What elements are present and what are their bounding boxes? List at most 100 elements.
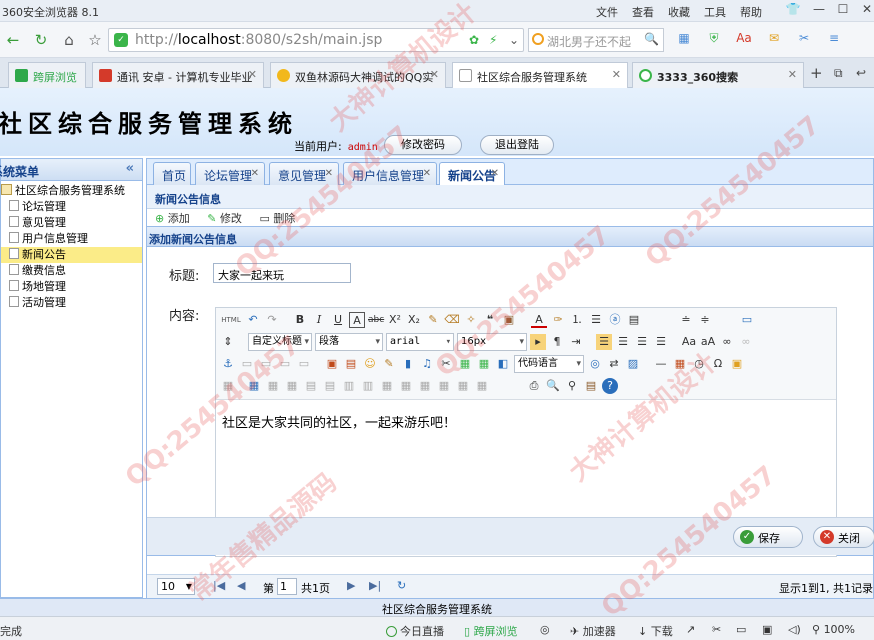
image-right-icon[interactable]: ▭ (277, 356, 293, 372)
close-tab-icon[interactable]: ✕ (788, 68, 797, 81)
home-icon[interactable]: ⌂ (58, 29, 80, 51)
page-number-input[interactable]: 1 (277, 578, 297, 595)
merge-right-icon[interactable]: ▦ (398, 378, 414, 394)
paragraph-select[interactable]: 段落 (315, 333, 383, 351)
crossscreen-button[interactable]: ▯ 跨屏浏览 (464, 623, 518, 639)
lightning-icon[interactable]: ⚡ (489, 33, 497, 47)
close-icon[interactable]: ✕ (251, 168, 259, 179)
print-icon[interactable]: ⎙ (526, 378, 542, 394)
mouse-gesture-icon[interactable]: ↗ (686, 623, 695, 636)
menu-favorites[interactable]: 收藏 (668, 4, 690, 20)
draft-icon[interactable]: ▤ (583, 378, 599, 394)
close-tab-icon[interactable]: ✕ (612, 68, 621, 81)
insert-frame-icon[interactable]: ◧ (495, 356, 511, 372)
delete-button[interactable]: ▭ 删除 (259, 212, 295, 225)
prev-page-icon[interactable]: ◀ (237, 579, 245, 592)
menu-tools[interactable]: 工具 (704, 4, 726, 20)
bold-icon[interactable]: B (292, 312, 308, 328)
simple-upload-icon[interactable]: ▣ (324, 356, 340, 372)
font-color-icon[interactable]: A (531, 312, 547, 328)
minimize-icon[interactable]: — (808, 2, 830, 18)
delete-row-icon[interactable]: ▤ (322, 378, 338, 394)
first-page-icon[interactable]: |◀ (213, 579, 225, 592)
link-icon[interactable]: ∞ (719, 334, 735, 350)
direction-rtl-icon[interactable]: ¶ (549, 334, 565, 350)
tab-forum[interactable]: 论坛管理 ✕ (195, 162, 265, 185)
wordimage-icon[interactable]: ▣ (729, 356, 745, 372)
row-spacing-top-icon[interactable]: ≐ (678, 312, 694, 328)
underline-icon[interactable]: U (330, 312, 346, 328)
accelerator-button[interactable]: ✈ 加速器 (570, 623, 616, 639)
add-button[interactable]: ⊕ 添加 (155, 212, 190, 225)
align-left-icon[interactable]: ☰ (596, 334, 612, 350)
sidebar-item-venue[interactable]: 场地管理 (1, 279, 142, 295)
text-case-upper-icon[interactable]: Aa (681, 334, 697, 350)
sync-icon[interactable]: ✿ (469, 33, 479, 47)
scrawl-icon[interactable]: ✎ (381, 356, 397, 372)
sidebar-item-feedback[interactable]: 意见管理 (1, 215, 142, 231)
screenshot-icon[interactable]: ✂ (712, 623, 721, 636)
special-chars-icon[interactable]: Ω (710, 356, 726, 372)
music-icon[interactable]: ♫ (419, 356, 435, 372)
attachment-icon[interactable]: ✂ (438, 356, 454, 372)
indent-icon[interactable]: ⇥ (568, 334, 584, 350)
code-language-select[interactable]: 代码语言 (514, 355, 584, 373)
split-rows-icon[interactable]: ▦ (455, 378, 471, 394)
row-spacing-bottom-icon[interactable]: ≑ (697, 312, 713, 328)
superscript-icon[interactable]: X² (387, 312, 403, 328)
download-button[interactable]: ↓ 下载 (638, 623, 673, 639)
live-button[interactable]: 今日直播 (386, 623, 444, 639)
horizontal-rule-icon[interactable]: — (653, 356, 669, 372)
anchor-icon[interactable]: ⚓ (220, 356, 236, 372)
apps-icon[interactable]: ▦ (672, 31, 696, 49)
next-page-icon[interactable]: ▶ (347, 579, 355, 592)
tree-root[interactable]: 社区综合服务管理系统 (1, 183, 142, 199)
page-size-select[interactable]: 10 (157, 578, 195, 595)
align-center-icon[interactable]: ☰ (615, 334, 631, 350)
browser-tab-3[interactable]: 双鱼林源码大神调试的QQ实 ✕ (270, 62, 446, 88)
tab-feedback[interactable]: 意见管理 ✕ (269, 162, 339, 185)
close-button[interactable]: ✕ 关闭 (813, 526, 874, 548)
title-input[interactable]: 大家一起来玩 (213, 263, 351, 283)
window-icon[interactable]: ▭ (736, 623, 746, 636)
date-icon[interactable]: ▦ (672, 356, 688, 372)
browser-tab-5[interactable]: 3333_360搜索 ✕ (632, 62, 804, 88)
strikethrough-icon[interactable]: abc (368, 312, 384, 328)
close-window-icon[interactable]: ✕ (856, 2, 874, 18)
font-size-select[interactable]: 16px (457, 333, 527, 351)
unlink-icon[interactable]: ∞ (738, 334, 754, 350)
background-icon[interactable]: ▨ (625, 356, 641, 372)
html-source-button[interactable]: HTML (220, 312, 242, 328)
extension-icon[interactable]: ✉ (762, 31, 786, 49)
merge-down-icon[interactable]: ▦ (417, 378, 433, 394)
table-icon[interactable]: ▦ (246, 378, 262, 394)
reload-icon[interactable]: ↻ (397, 579, 406, 592)
menu-help[interactable]: 帮助 (740, 4, 762, 20)
last-page-icon[interactable]: ▶| (369, 579, 381, 592)
restore-icon[interactable]: ▣ (762, 623, 772, 636)
paste-text-icon[interactable]: ▣ (501, 312, 517, 328)
star-icon[interactable]: ☆ (84, 29, 106, 51)
save-button[interactable]: ✓ 保存 (733, 526, 803, 548)
auto-format-icon[interactable]: ✧ (463, 312, 479, 328)
sidebar-item-payment[interactable]: 缴费信息 (1, 263, 142, 279)
sidebar-item-news[interactable]: 新闻公告 (1, 247, 142, 263)
url-field[interactable]: ✓ http://localhost:8080/s2sh/main.jsp ✿ … (108, 28, 524, 52)
select-all-icon[interactable]: ⓐ (607, 312, 623, 328)
split-cells-icon[interactable]: ▦ (436, 378, 452, 394)
font-family-select[interactable]: arial (386, 333, 454, 351)
sidebar-item-users[interactable]: 用户信息管理 (1, 231, 142, 247)
earth-icon[interactable]: ◎ (540, 623, 550, 636)
back-icon[interactable]: ← (2, 29, 24, 51)
sidebar-item-forum[interactable]: 论坛管理 (1, 199, 142, 215)
unordered-list-icon[interactable]: ☰ (588, 312, 604, 328)
insert-table-icon[interactable]: ▦ (220, 378, 236, 394)
insert-row-icon[interactable]: ▤ (303, 378, 319, 394)
text-case-lower-icon[interactable]: aA (700, 334, 716, 350)
browser-tab-crossscreen[interactable]: 跨屏浏览 (8, 62, 86, 88)
volume-icon[interactable]: ◁) (788, 623, 801, 636)
screenshot-icon[interactable]: ✂ (792, 31, 816, 49)
image-left-icon[interactable]: ▭ (258, 356, 274, 372)
tab-news[interactable]: 新闻公告 ✕ (439, 162, 505, 185)
close-icon[interactable]: ✕ (423, 168, 431, 179)
